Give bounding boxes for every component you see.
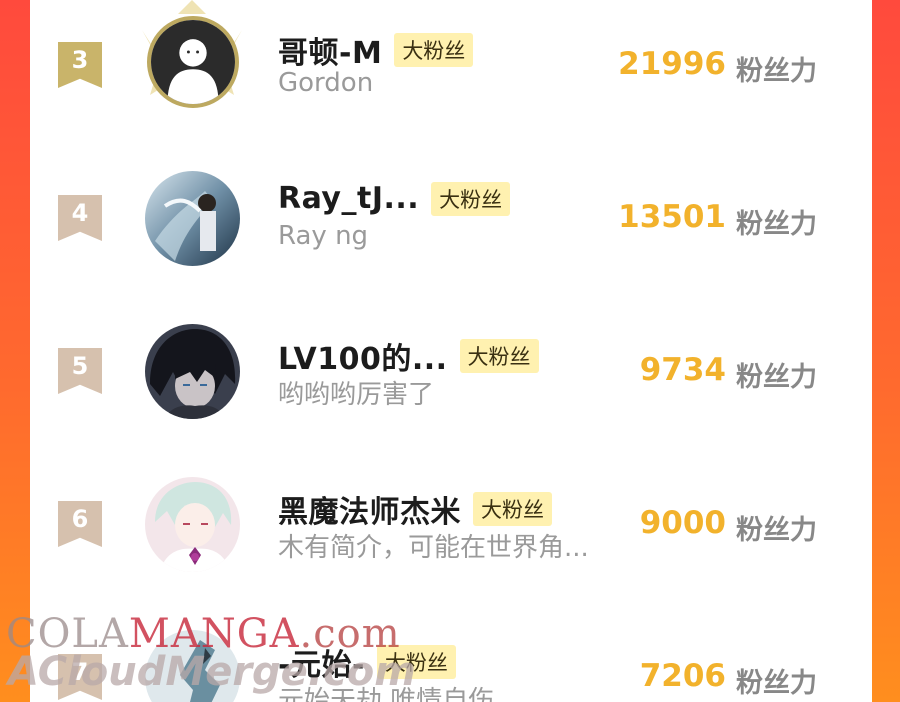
user-name[interactable]: Ray_tJ... (278, 181, 419, 216)
avatar[interactable] (145, 630, 240, 702)
rank-ribbon: 7 (58, 654, 102, 700)
list-item[interactable]: 7 -元始- 大粉丝 元始天劫 唯情自伤 7206 粉丝力 (30, 612, 872, 702)
fan-score: 7206 (639, 658, 726, 694)
user-avatar-image (145, 324, 240, 419)
user-avatar-image (145, 477, 240, 572)
avatar[interactable] (147, 16, 239, 108)
user-name-line: 哥顿-M 大粉丝 (278, 28, 474, 72)
user-name-line: 黑魔法师杰米 大粉丝 (278, 487, 552, 531)
rank-ribbon: 4 (58, 195, 102, 241)
list-item[interactable]: 5 LV100的... 大粉丝 哟哟哟厉害了 9734 粉丝力 (30, 306, 872, 456)
rank-ribbon: 6 (58, 501, 102, 547)
fan-score: 9000 (639, 505, 726, 541)
fan-score: 13501 (618, 199, 726, 235)
fan-score-unit: 粉丝力 (736, 56, 817, 87)
avatar[interactable] (145, 324, 240, 419)
user-bio: 元始天劫 唯情自伤 (278, 686, 495, 702)
fan-level-badge: 大粉丝 (394, 33, 474, 67)
fan-level-badge: 大粉丝 (473, 492, 552, 526)
default-avatar-icon (151, 20, 235, 104)
fan-level-badge: 大粉丝 (431, 181, 511, 216)
user-avatar-image (145, 171, 240, 266)
rank-number: 5 (71, 352, 89, 380)
fan-score: 9734 (639, 352, 726, 388)
fan-score-unit: 粉丝力 (736, 515, 817, 546)
avatar[interactable] (145, 171, 240, 266)
list-item[interactable]: 3 哥顿-M 大粉丝 Gordon 21996 粉丝力 (30, 0, 872, 150)
fan-level-badge: 大粉丝 (376, 645, 456, 679)
user-avatar-image (145, 630, 240, 702)
leaderboard-panel: 3 哥顿-M 大粉丝 Gordon 21996 粉丝力 4 Ray_tJ... … (30, 0, 872, 702)
user-bio: Ray ng (278, 221, 369, 251)
user-name[interactable]: -元始- (278, 640, 365, 684)
user-name-line: -元始- 大粉丝 (278, 640, 456, 684)
user-name-line: LV100的... 大粉丝 (278, 334, 539, 378)
rank-number: 3 (71, 46, 89, 74)
list-item[interactable]: 4 Ray_tJ... 大粉丝 Ray ng 13501 粉丝力 (30, 153, 872, 303)
rank-number: 6 (71, 505, 89, 533)
user-name[interactable]: LV100的... (278, 334, 448, 378)
fan-level-badge: 大粉丝 (459, 339, 539, 373)
user-bio: 哟哟哟厉害了 (278, 380, 435, 410)
fan-score-unit: 粉丝力 (736, 362, 817, 393)
user-name-line: Ray_tJ... 大粉丝 (278, 181, 511, 216)
rank-ribbon: 3 (58, 42, 102, 88)
rank-ribbon: 5 (58, 348, 102, 394)
list-item[interactable]: 6 黑魔法师杰米 大粉丝 木有简介，可能在世界角... 9000 粉丝力 (30, 459, 872, 609)
fan-score-unit: 粉丝力 (736, 668, 817, 699)
avatar[interactable] (145, 477, 240, 572)
user-name[interactable]: 黑魔法师杰米 (278, 487, 461, 531)
user-bio: Gordon (278, 68, 374, 98)
fan-score-unit: 粉丝力 (736, 209, 817, 240)
fan-score: 21996 (618, 46, 726, 82)
user-bio: 木有简介，可能在世界角... (278, 533, 589, 563)
rank-number: 4 (71, 199, 89, 227)
rank-number: 7 (71, 658, 89, 686)
user-name[interactable]: 哥顿-M (278, 28, 382, 72)
